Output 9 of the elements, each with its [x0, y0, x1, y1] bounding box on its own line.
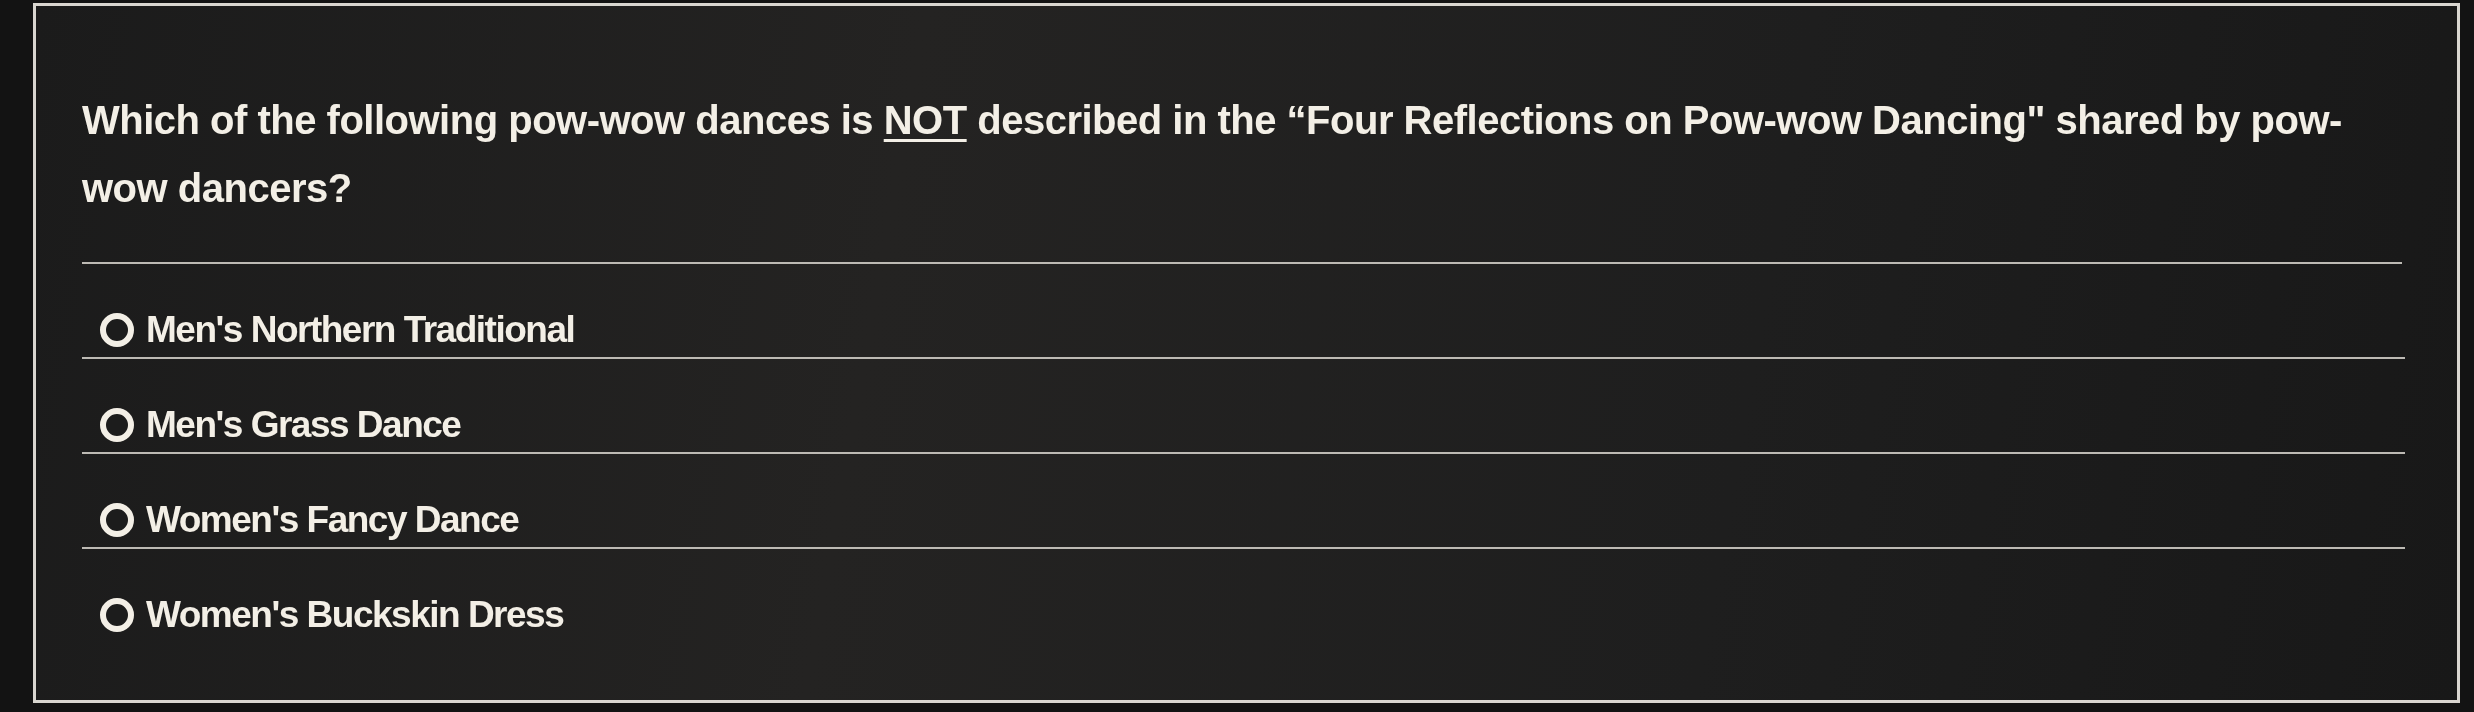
option-label[interactable]: Women's Fancy Dance	[146, 500, 519, 540]
radio-button[interactable]	[100, 408, 134, 442]
radio-button[interactable]	[100, 598, 134, 632]
question-text: Which of the following pow-wow dances is NOT described in the “Four Reflections on Pow-wow Dancing" shared by pow-wow dancers?	[82, 6, 2402, 264]
option-label[interactable]: Men's Grass Dance	[146, 405, 461, 445]
radio-button[interactable]	[100, 313, 134, 347]
option-label[interactable]: Women's Buckskin Dress	[146, 595, 564, 635]
radio-button[interactable]	[100, 503, 134, 537]
option-label[interactable]: Men's Northern Traditional	[146, 310, 575, 350]
